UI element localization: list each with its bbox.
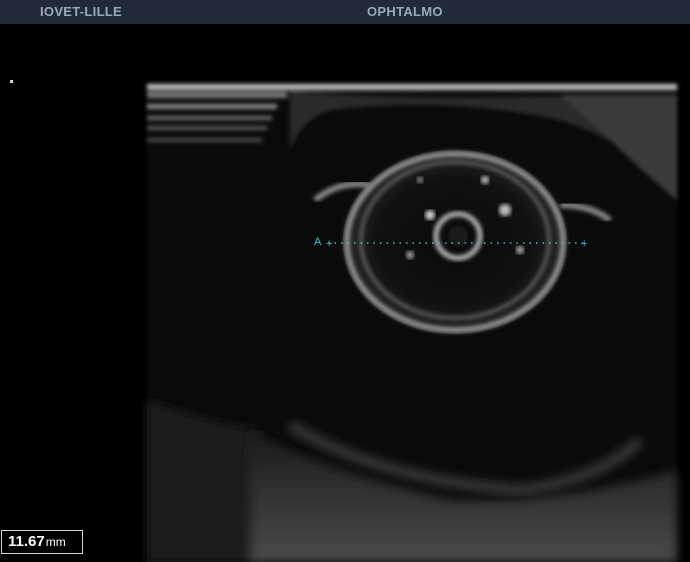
svg-text:+: + <box>581 238 587 250</box>
header-bar: IOVET-LILLE OPHTALMO <box>0 0 690 24</box>
measurement-unit: mm <box>45 535 66 549</box>
measurement-readout: 11.67 mm <box>1 530 83 554</box>
measurement-value: 11.67 <box>8 533 45 550</box>
ultrasound-image: + + <box>147 84 677 562</box>
site-label: IOVET-LILLE <box>40 4 123 19</box>
caliper-label: A <box>314 236 322 248</box>
svg-text:+: + <box>326 238 332 250</box>
exam-label: OPHTALMO <box>367 4 443 19</box>
